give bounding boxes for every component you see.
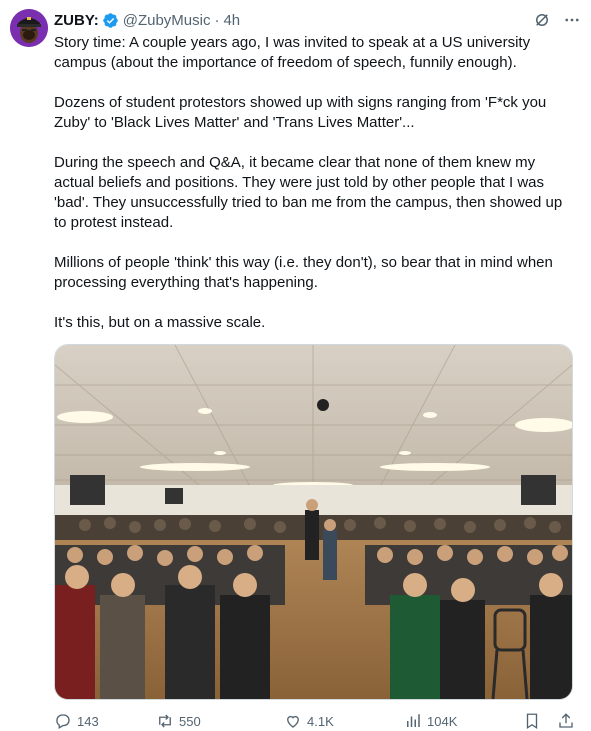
repost-count: 550 (179, 713, 201, 729)
views-count: 104K (427, 713, 458, 729)
tweet-photo[interactable] (54, 344, 573, 700)
views-icon (404, 712, 422, 730)
avatar[interactable] (10, 9, 48, 47)
share-icon[interactable] (557, 712, 575, 730)
tweet-actions: 143 550 4.1K 104K (54, 711, 575, 731)
heart-icon (284, 712, 302, 730)
grok-icon[interactable] (533, 11, 551, 29)
timestamp[interactable]: 4h (223, 12, 240, 29)
like-count: 4.1K (307, 713, 334, 729)
repost-icon (156, 712, 174, 730)
author-name[interactable]: ZUBY: (54, 12, 99, 29)
reply-count: 143 (77, 713, 99, 729)
tweet-text: Story time: A couple years ago, I was in… (54, 34, 563, 331)
views-button[interactable]: 104K (404, 712, 521, 730)
separator-dot: · (214, 11, 220, 29)
like-button[interactable]: 4.1K (284, 712, 404, 730)
reply-icon (54, 712, 72, 730)
bookmark-icon[interactable] (523, 712, 541, 730)
tweet-header: ZUBY: @ZubyMusic · 4h (54, 10, 581, 30)
verified-badge-icon (102, 12, 119, 29)
more-icon[interactable] (563, 11, 581, 29)
author-handle[interactable]: @ZubyMusic (123, 12, 211, 29)
repost-button[interactable]: 550 (156, 712, 284, 730)
reply-button[interactable]: 143 (54, 712, 156, 730)
